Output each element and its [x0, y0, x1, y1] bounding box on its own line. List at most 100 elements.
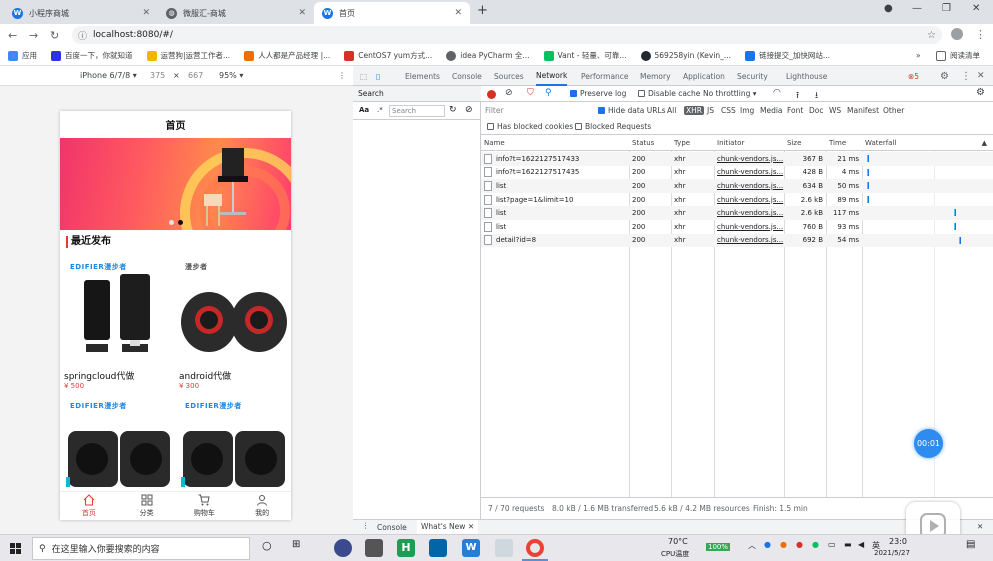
- close-icon[interactable]: ✕: [468, 522, 474, 531]
- settings-gear-icon[interactable]: ⚙: [940, 66, 949, 86]
- browser-tab-0[interactable]: W 小程序商城 ✕: [4, 2, 158, 24]
- bookmark-link-submit[interactable]: 链接提交_加快网站...: [745, 50, 830, 61]
- regex-toggle[interactable]: .*: [377, 106, 383, 114]
- volume-icon[interactable]: ◀: [858, 540, 864, 549]
- request-initiator[interactable]: chunk-vendors.js...: [714, 206, 784, 220]
- filter-xhr[interactable]: XHR: [684, 106, 704, 115]
- table-row[interactable]: list 200 xhr chunk-vendors.js... 2.6 kB 117 m…: [481, 206, 993, 220]
- bookmark-woshipm[interactable]: 人人都是产品经理 |...: [244, 50, 330, 61]
- product-card[interactable]: 漫步者 android代做 ¥ 300: [177, 256, 289, 391]
- tray-expand-icon[interactable]: ︿: [748, 540, 756, 551]
- request-initiator[interactable]: chunk-vendors.js...: [714, 220, 784, 234]
- tab-sources[interactable]: Sources: [494, 66, 524, 86]
- close-icon[interactable]: ✕: [454, 8, 462, 18]
- bookmarks-more-button[interactable]: »: [916, 51, 921, 60]
- cortana-icon[interactable]: ○: [262, 539, 272, 552]
- filter-other[interactable]: Other: [883, 106, 904, 115]
- drawer-close-icon[interactable]: ✕: [977, 522, 983, 531]
- battery-icon[interactable]: ▬: [844, 540, 852, 549]
- tab-search-icon[interactable]: ●: [884, 3, 893, 14]
- search-input[interactable]: Search: [389, 105, 445, 117]
- tab-elements[interactable]: Elements: [405, 66, 440, 86]
- app-icon[interactable]: [495, 539, 513, 557]
- filter-css[interactable]: CSS: [721, 106, 736, 115]
- maximize-icon[interactable]: ❐: [942, 3, 951, 14]
- bookmark-idea[interactable]: idea PyCharm 全...: [446, 50, 530, 61]
- table-row[interactable]: list 200 xhr chunk-vendors.js... 760 B 93 ms: [481, 220, 993, 234]
- notification-icon[interactable]: ▤: [966, 539, 975, 550]
- profile-avatar-icon[interactable]: [951, 28, 963, 40]
- request-initiator[interactable]: chunk-vendors.js...: [714, 152, 784, 166]
- drawer-tab-whats-new[interactable]: What's New ✕: [417, 520, 479, 534]
- hbuilder-icon[interactable]: H: [397, 539, 415, 557]
- tab-home[interactable]: 首页: [60, 492, 118, 520]
- hide-data-urls-checkbox[interactable]: Hide data URLs: [598, 106, 666, 115]
- table-row[interactable]: detail?id=8 200 xhr chunk-vendors.js... 692 …: [481, 233, 993, 248]
- close-icon[interactable]: ✕: [142, 8, 150, 18]
- minimize-icon[interactable]: —: [912, 3, 922, 14]
- reading-list-button[interactable]: 阅读清单: [936, 50, 980, 61]
- column-type[interactable]: Type: [671, 136, 714, 150]
- product-card[interactable]: EDIFIER漫步者 springcloud代做 ¥ 500: [62, 256, 174, 391]
- request-initiator[interactable]: chunk-vendors.js...: [714, 179, 784, 193]
- tray-app-icon[interactable]: ●: [796, 540, 803, 549]
- bookmark-vant[interactable]: Vant - 轻量、可靠...: [543, 50, 627, 61]
- carousel-dot[interactable]: [169, 220, 174, 225]
- zoom-select[interactable]: 95% ▾: [219, 71, 243, 80]
- tab-performance[interactable]: Performance: [581, 66, 629, 86]
- device-width-input[interactable]: 375: [150, 71, 165, 80]
- browser-tab-2[interactable]: W 首页 ✕: [314, 2, 470, 24]
- request-initiator[interactable]: chunk-vendors.js...: [714, 166, 784, 180]
- app-icon[interactable]: [365, 539, 383, 557]
- filter-all[interactable]: All: [667, 106, 676, 115]
- filter-input[interactable]: Filter: [485, 106, 504, 115]
- refresh-icon[interactable]: ↻: [449, 105, 457, 115]
- column-initiator[interactable]: Initiator: [714, 136, 784, 150]
- bookmark-github[interactable]: 569258yin (Kevin_...: [640, 50, 731, 61]
- battery-indicator[interactable]: 100%: [706, 543, 731, 551]
- window-close-icon[interactable]: ✕: [972, 3, 980, 14]
- tab-console[interactable]: Console: [452, 66, 482, 86]
- clear-icon[interactable]: ⊘: [465, 105, 473, 115]
- record-icon[interactable]: [487, 90, 496, 99]
- vscode-icon[interactable]: [429, 539, 447, 557]
- carousel-dot-active[interactable]: [178, 220, 183, 225]
- tab-cart[interactable]: 购物车: [176, 492, 234, 520]
- clear-log-icon[interactable]: ⊘: [505, 88, 513, 98]
- bookmark-centos[interactable]: CentOS7 yum方式...: [344, 50, 432, 61]
- windows-start-icon[interactable]: [10, 543, 21, 554]
- back-icon[interactable]: ←: [8, 29, 17, 42]
- filter-js[interactable]: JS: [707, 106, 714, 115]
- address-bar[interactable]: ⓘ localhost:8080/#/ ☆: [72, 26, 942, 44]
- info-icon[interactable]: ⓘ: [78, 29, 87, 42]
- device-select[interactable]: iPhone 6/7/8 ▾: [80, 71, 137, 80]
- has-blocked-cookies-checkbox[interactable]: Has blocked cookies: [487, 122, 573, 131]
- tab-mine[interactable]: 我的: [233, 492, 291, 520]
- column-status[interactable]: Status: [629, 136, 671, 150]
- table-row[interactable]: info?t=1622127517435 200 xhr chunk-vendors.…: [481, 166, 993, 180]
- drawer-menu-kebab-icon[interactable]: ⋮: [362, 521, 370, 530]
- tab-category[interactable]: 分类: [118, 492, 176, 520]
- device-height-input[interactable]: 667: [188, 71, 203, 80]
- table-row[interactable]: list 200 xhr chunk-vendors.js... 634 B 50 ms: [481, 179, 993, 193]
- table-row[interactable]: info?t=1622127517433 200 xhr chunk-vendors.…: [481, 152, 993, 166]
- close-icon[interactable]: ✕: [298, 8, 306, 18]
- bookmark-apps[interactable]: 应用: [8, 50, 37, 61]
- inspect-element-icon[interactable]: ⬚: [360, 66, 367, 86]
- device-toggle-icon[interactable]: ▯: [376, 66, 380, 86]
- word-icon[interactable]: W: [462, 539, 480, 557]
- tab-memory[interactable]: Memory: [640, 66, 671, 86]
- browser-tab-1[interactable]: ◍ 微服汇-商城 ✕: [158, 2, 314, 24]
- tray-app-icon[interactable]: ●: [764, 540, 771, 549]
- app-icon[interactable]: [334, 539, 352, 557]
- forward-icon[interactable]: →: [29, 29, 38, 42]
- blocked-requests-checkbox[interactable]: Blocked Requests: [575, 122, 651, 131]
- request-initiator[interactable]: chunk-vendors.js...: [714, 193, 784, 207]
- devtools-close-icon[interactable]: ✕: [977, 66, 985, 86]
- clock-date[interactable]: 2021/5/27: [874, 549, 910, 557]
- new-tab-button[interactable]: +: [477, 3, 488, 18]
- filter-doc[interactable]: Doc: [809, 106, 824, 115]
- match-case-toggle[interactable]: Aa: [359, 106, 369, 114]
- banner-carousel[interactable]: [60, 138, 291, 230]
- star-icon[interactable]: ☆: [927, 30, 936, 41]
